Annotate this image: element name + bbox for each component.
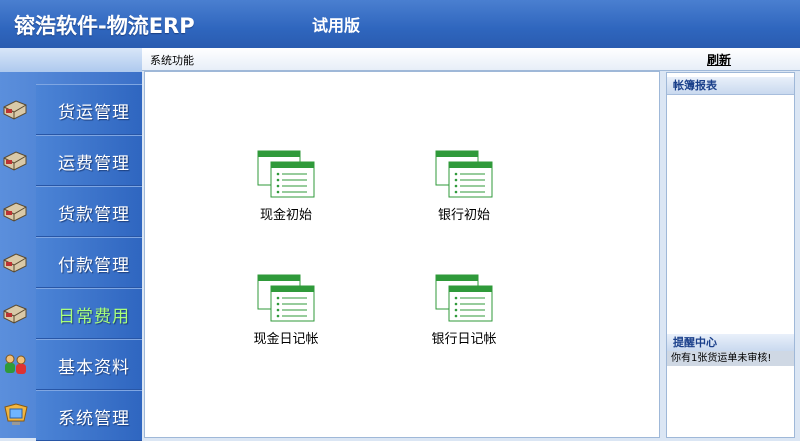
truck-icon bbox=[3, 253, 27, 273]
people-icon bbox=[5, 354, 26, 374]
func-bank-journal[interactable]: 银行日记帐 bbox=[409, 274, 519, 354]
form-window-icon bbox=[435, 274, 493, 322]
func-bank-initial[interactable]: 银行初始 bbox=[409, 150, 519, 230]
reminder-message[interactable]: 你有1张货运单未审核! bbox=[667, 351, 794, 366]
sidebar-item-freight[interactable]: 货运管理 bbox=[0, 84, 142, 135]
sidebar-item-payments[interactable]: 付款管理 bbox=[0, 237, 142, 288]
function-panel: 现金初始 银行初始 现金日记帐 银行日记帐 bbox=[144, 71, 660, 438]
reports-title: 帐簿报表 bbox=[667, 77, 794, 95]
sidebar-item-payment-goods[interactable]: 货款管理 bbox=[0, 186, 142, 237]
app-title: 镕浩软件-物流ERP bbox=[14, 14, 195, 38]
refresh-link[interactable]: 刷新 bbox=[707, 51, 731, 68]
trial-label: 试用版 bbox=[312, 16, 361, 35]
sidebar-item-basic-data[interactable]: 基本资料 bbox=[0, 339, 142, 390]
truck-icon bbox=[3, 304, 27, 324]
app-header: 镕浩软件-物流ERP 试用版 bbox=[0, 0, 800, 48]
right-panel: 帐簿报表 提醒中心 你有1张货运单未审核! bbox=[666, 72, 795, 438]
truck-icon bbox=[3, 202, 27, 222]
section-label: 系统功能 bbox=[150, 54, 194, 67]
form-window-icon bbox=[435, 150, 493, 198]
monitor-icon bbox=[4, 403, 28, 425]
sidebar-item-system[interactable]: 系统管理 bbox=[0, 390, 142, 441]
sidebar-item-shipping-fee[interactable]: 运费管理 bbox=[0, 135, 142, 186]
form-window-icon bbox=[257, 150, 315, 198]
func-cash-journal[interactable]: 现金日记帐 bbox=[231, 274, 341, 354]
func-cash-initial[interactable]: 现金初始 bbox=[231, 150, 341, 230]
sidebar: 货运管理 运费管理 货款管理 付款管理 日常费用 基本资料 系统管理 bbox=[0, 72, 142, 441]
func-label: 银行初始 bbox=[437, 208, 490, 223]
section-bar: 系统功能 刷新 bbox=[142, 48, 800, 71]
func-label: 现金初始 bbox=[259, 208, 312, 223]
form-window-icon bbox=[257, 274, 315, 322]
sidebar-item-daily-expenses[interactable]: 日常费用 bbox=[0, 288, 142, 339]
func-label: 现金日记帐 bbox=[253, 332, 319, 347]
truck-icon bbox=[3, 100, 27, 120]
func-label: 银行日记帐 bbox=[431, 332, 497, 347]
reminder-title: 提醒中心 bbox=[667, 334, 794, 352]
truck-icon bbox=[3, 151, 27, 171]
sidebar-top-bar bbox=[0, 48, 142, 73]
